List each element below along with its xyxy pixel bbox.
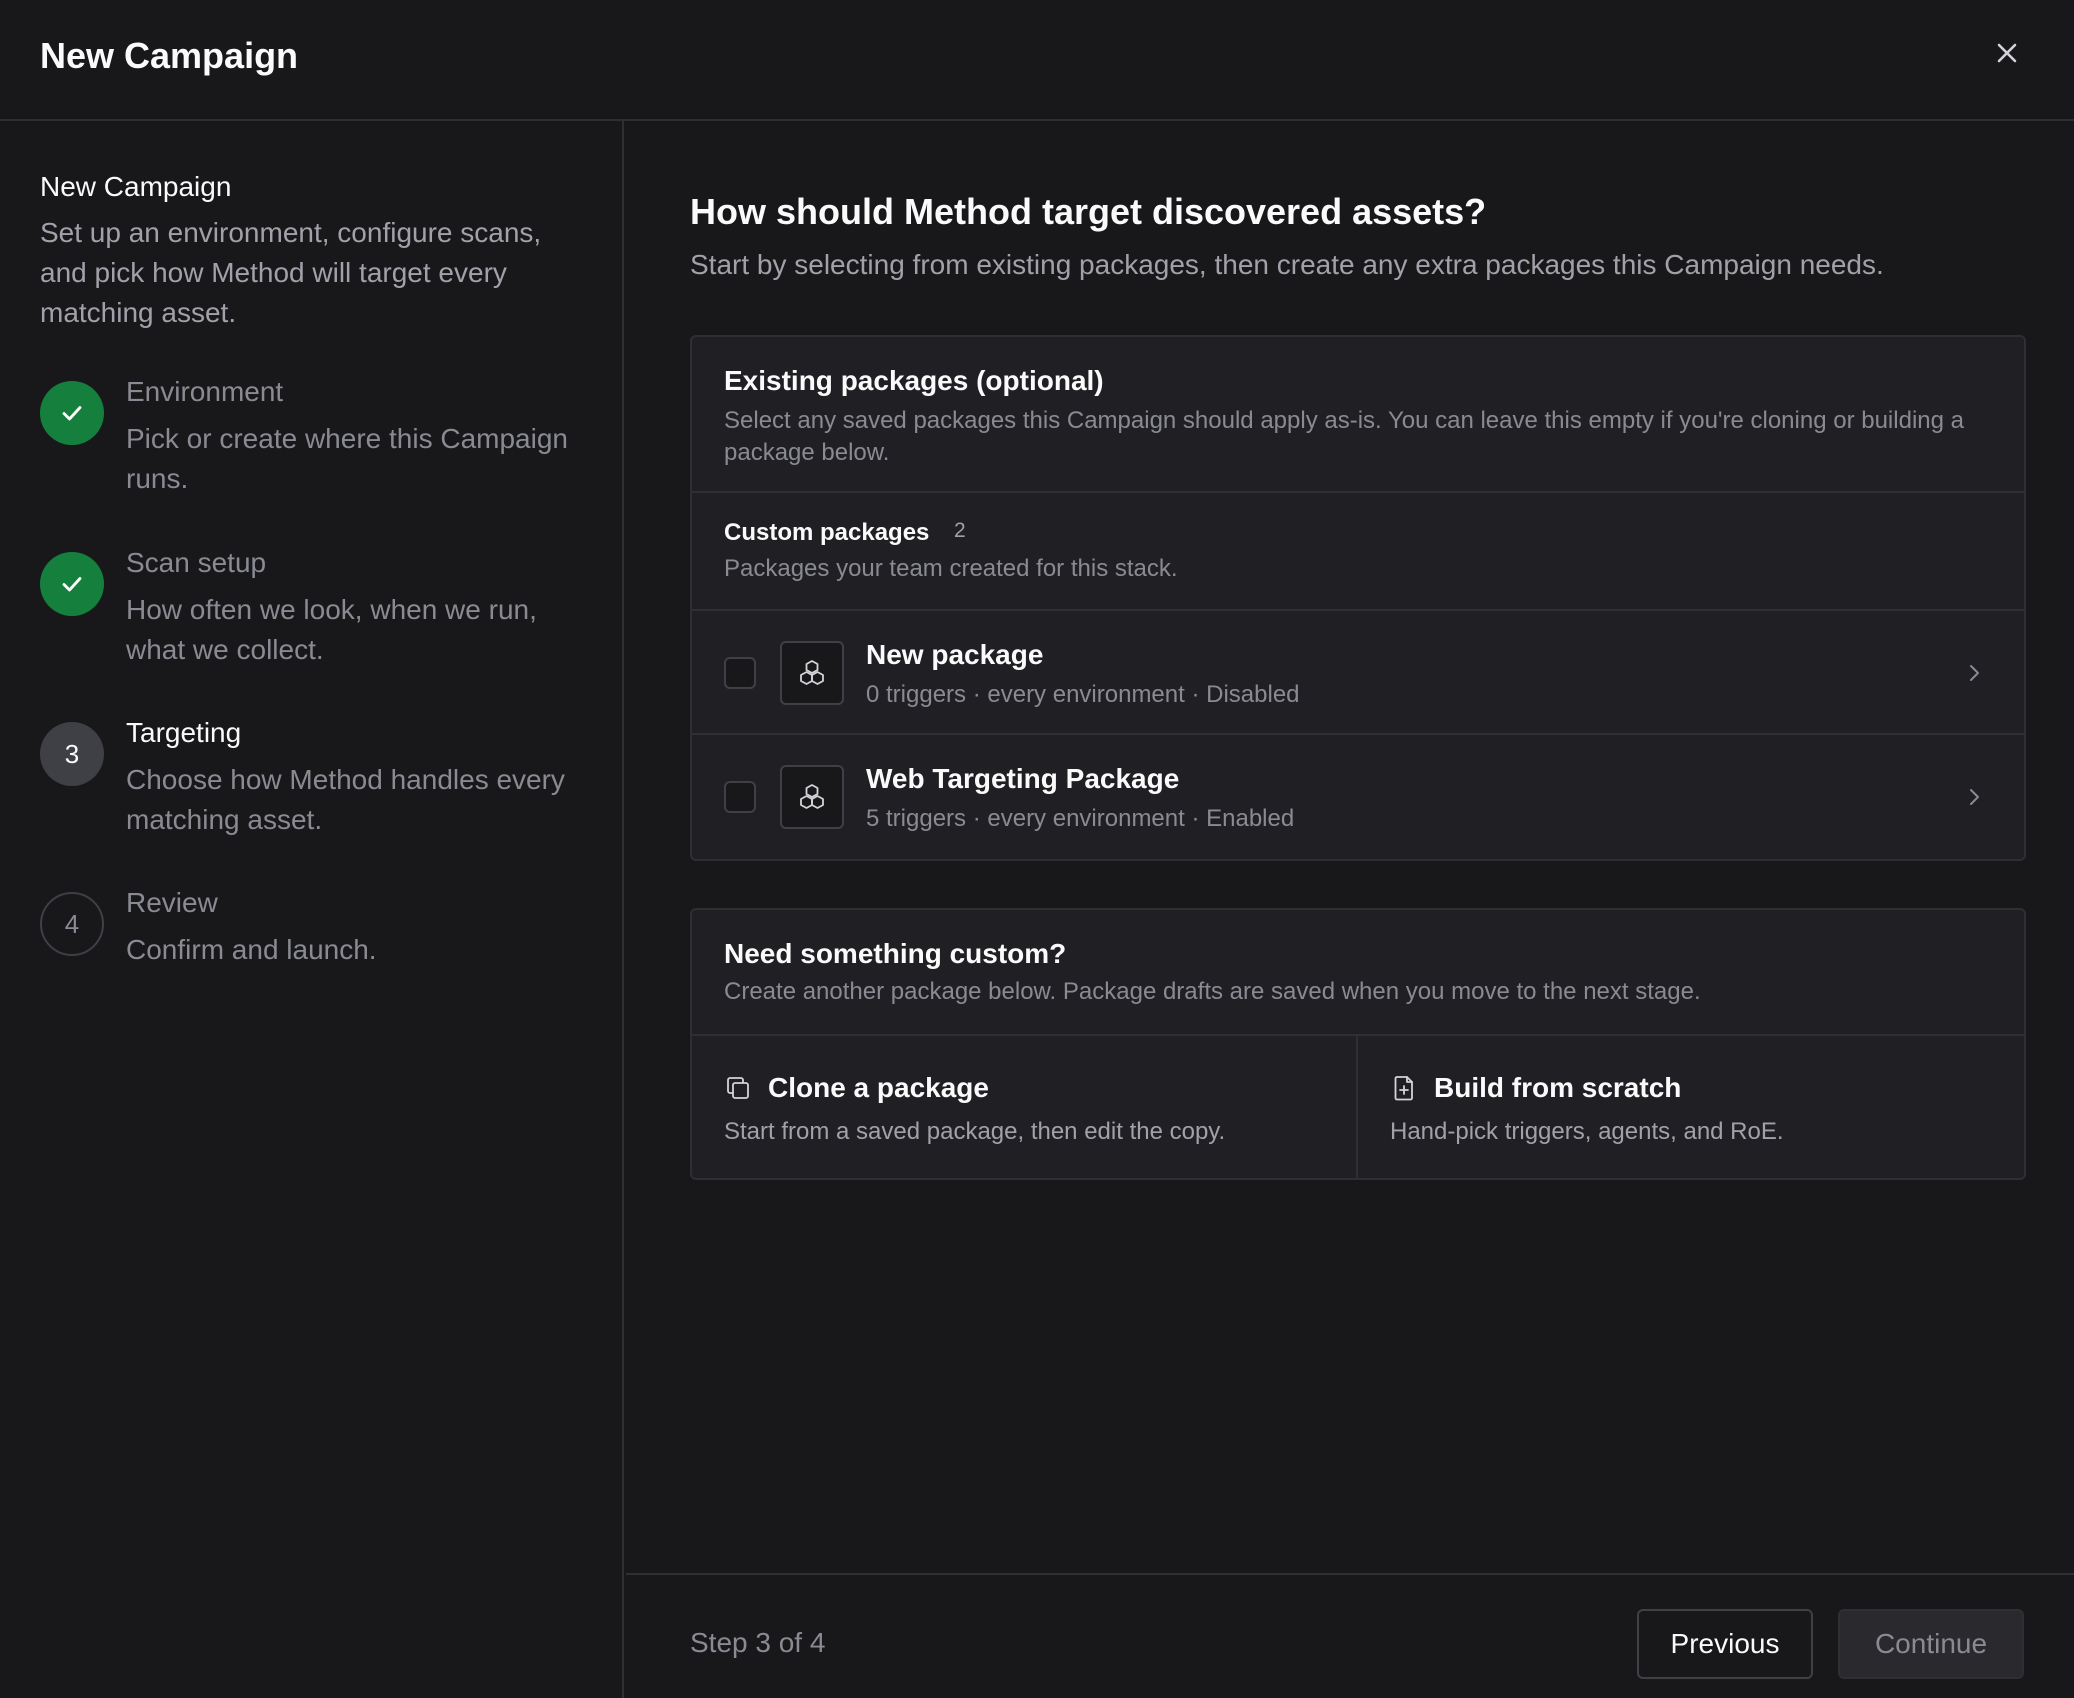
stepper-sidebar: New Campaign Set up an environment, conf… xyxy=(0,121,624,1698)
package-icon xyxy=(800,660,824,685)
group-description: Packages your team created for this stac… xyxy=(724,555,1178,582)
step-number-marker: 3 xyxy=(40,722,104,786)
custom-package-card: Need something custom? Create another pa… xyxy=(690,908,2026,1180)
step-label: Scan setup xyxy=(126,547,267,578)
continue-button[interactable]: Continue xyxy=(1838,1609,2024,1679)
step-label: Review xyxy=(126,887,218,918)
custom-package-options: Clone a package Start from a saved packa… xyxy=(692,1036,2024,1178)
check-icon xyxy=(62,577,82,592)
step-description: Pick or create where this Campaign runs. xyxy=(126,423,568,494)
sidebar-description: Set up an environment, configure scans, … xyxy=(40,217,542,328)
step-number-marker: 4 xyxy=(40,892,104,956)
existing-packages-header: Existing packages (optional) Select any … xyxy=(692,337,2024,493)
custom-package-description: Create another package below. Package dr… xyxy=(724,978,1701,1005)
package-name: New package xyxy=(866,639,1044,670)
existing-packages-title: Existing packages (optional) xyxy=(724,365,1104,396)
package-icon-tile xyxy=(780,765,844,829)
modal-header: New Campaign xyxy=(0,0,2074,121)
existing-packages-description: Select any saved packages this Campaign … xyxy=(724,407,1964,466)
package-row-web-targeting[interactable]: Web Targeting Package 5 triggers · every… xyxy=(692,735,2024,859)
step-description: Confirm and launch. xyxy=(126,934,377,965)
new-file-icon xyxy=(1394,1076,1413,1101)
custom-package-title: Need something custom? xyxy=(724,938,1067,969)
close-icon xyxy=(1997,43,2017,63)
option-description: Start from a saved package, then edit th… xyxy=(724,1118,1226,1145)
check-icon xyxy=(62,406,82,421)
custom-package-header: Need something custom? Create another pa… xyxy=(692,910,2024,1036)
package-meta: 0 triggers · every environment · Disable… xyxy=(866,681,1300,708)
package-checkbox[interactable] xyxy=(724,781,756,813)
sidebar-title: New Campaign xyxy=(40,171,232,202)
package-checkbox[interactable] xyxy=(724,657,756,689)
chevron-right-icon xyxy=(1970,665,1979,681)
chevron-right-icon xyxy=(1970,789,1979,805)
custom-packages-group-header: Custom packages 2 Packages your team cre… xyxy=(692,493,2024,611)
group-title: Custom packages xyxy=(724,519,930,546)
modal-title: New Campaign xyxy=(40,35,299,76)
copy-icon xyxy=(727,1077,749,1099)
package-icon xyxy=(800,784,824,809)
group-count-badge: 2 xyxy=(954,519,966,542)
package-icon-tile xyxy=(780,641,844,705)
clone-package-option[interactable]: Clone a package Start from a saved packa… xyxy=(692,1036,1358,1178)
build-from-scratch-option[interactable]: Build from scratch Hand-pick triggers, a… xyxy=(1358,1036,2024,1178)
previous-button[interactable]: Previous xyxy=(1637,1609,1813,1679)
wizard-footer: Step 3 of 4 Previous Continue xyxy=(626,1573,2074,1698)
step-label: Environment xyxy=(126,376,284,407)
package-name: Web Targeting Package xyxy=(866,763,1180,794)
option-description: Hand-pick triggers, agents, and RoE. xyxy=(1390,1118,1784,1145)
main-panel: How should Method target discovered asse… xyxy=(626,121,2074,1573)
package-row-new-package[interactable]: New package 0 triggers · every environme… xyxy=(692,611,2024,735)
close-button[interactable] xyxy=(1990,36,2024,70)
page-subheading: Start by selecting from existing package… xyxy=(690,249,1884,280)
step-description: How often we look, when we run, what we … xyxy=(126,594,537,665)
page-heading: How should Method target discovered asse… xyxy=(690,191,1487,232)
existing-packages-card: Existing packages (optional) Select any … xyxy=(690,335,2026,861)
step-label: Targeting xyxy=(126,717,242,748)
option-title: Build from scratch xyxy=(1434,1072,1682,1103)
step-description: Choose how Method handles every matching… xyxy=(126,764,565,835)
option-title: Clone a package xyxy=(768,1072,989,1103)
step-complete-marker xyxy=(40,381,104,445)
step-progress-text: Step 3 of 4 xyxy=(690,1627,826,1658)
package-meta: 5 triggers · every environment · Enabled xyxy=(866,805,1295,832)
step-complete-marker xyxy=(40,552,104,616)
